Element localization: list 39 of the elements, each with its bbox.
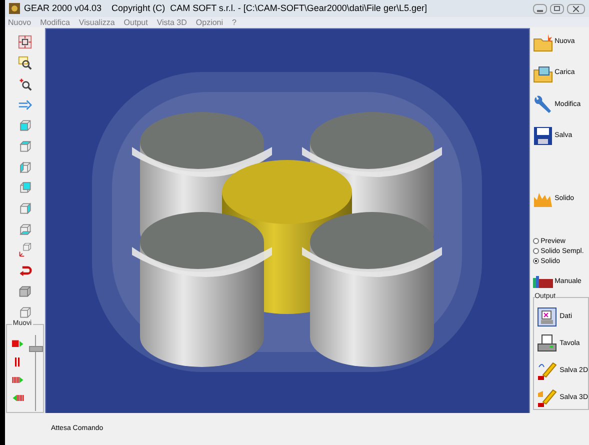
app-icon: [9, 3, 20, 14]
computer-document-icon[interactable]: [536, 306, 557, 327]
cube-icon[interactable]: [18, 180, 32, 194]
folder-picture-icon[interactable]: [532, 64, 553, 84]
maximize-button[interactable]: [550, 4, 564, 14]
pencil-3d-icon[interactable]: [536, 388, 557, 408]
menu-item[interactable]: Opzioni: [196, 18, 224, 26]
cube-icon[interactable]: [18, 160, 32, 174]
pencil-2d-icon[interactable]: [536, 360, 557, 381]
minimize-button[interactable]: [533, 4, 547, 14]
menu-item[interactable]: Modifica: [40, 18, 70, 26]
zoom-window-icon[interactable]: [18, 56, 32, 70]
slider-thumb[interactable]: [28, 346, 43, 352]
window-title: GEAR 2000 v04.03 Copyright (C) CAM SOFT s.r.l. - [C:\CAM-SOFT\Gear2000\dati\File ger\L5.ger]: [24, 2, 427, 15]
close-button[interactable]: [567, 4, 585, 14]
wrench-icon[interactable]: [532, 94, 553, 115]
cube-icon[interactable]: [18, 222, 32, 236]
cube-icon[interactable]: [18, 118, 32, 132]
folder-star-icon[interactable]: [532, 32, 553, 53]
books-icon: [532, 276, 553, 288]
move-slider[interactable]: [28, 335, 43, 412]
solid-cube-icon[interactable]: [18, 284, 32, 298]
radio-button[interactable]: [532, 238, 539, 244]
zoom-extents-icon[interactable]: [18, 35, 32, 50]
menu-item[interactable]: Nuovo: [8, 18, 32, 26]
menu-item[interactable]: Output: [124, 18, 148, 26]
wireframe-cube-icon[interactable]: [18, 304, 32, 319]
printer-icon[interactable]: [536, 334, 557, 354]
cube-icon[interactable]: [18, 201, 32, 216]
menu-item[interactable]: Vista 3D: [156, 18, 187, 26]
arrow-right-icon[interactable]: [18, 98, 32, 112]
menu-item[interactable]: Visualizza: [78, 18, 115, 26]
cube-icon[interactable]: [18, 138, 32, 153]
radio-button[interactable]: [532, 248, 539, 254]
axes-cube-icon[interactable]: [18, 242, 32, 257]
radio-button[interactable]: [532, 258, 539, 264]
menu-item[interactable]: ?: [232, 18, 236, 26]
close-icon: [573, 6, 579, 12]
zoom-icon[interactable]: [18, 76, 32, 91]
